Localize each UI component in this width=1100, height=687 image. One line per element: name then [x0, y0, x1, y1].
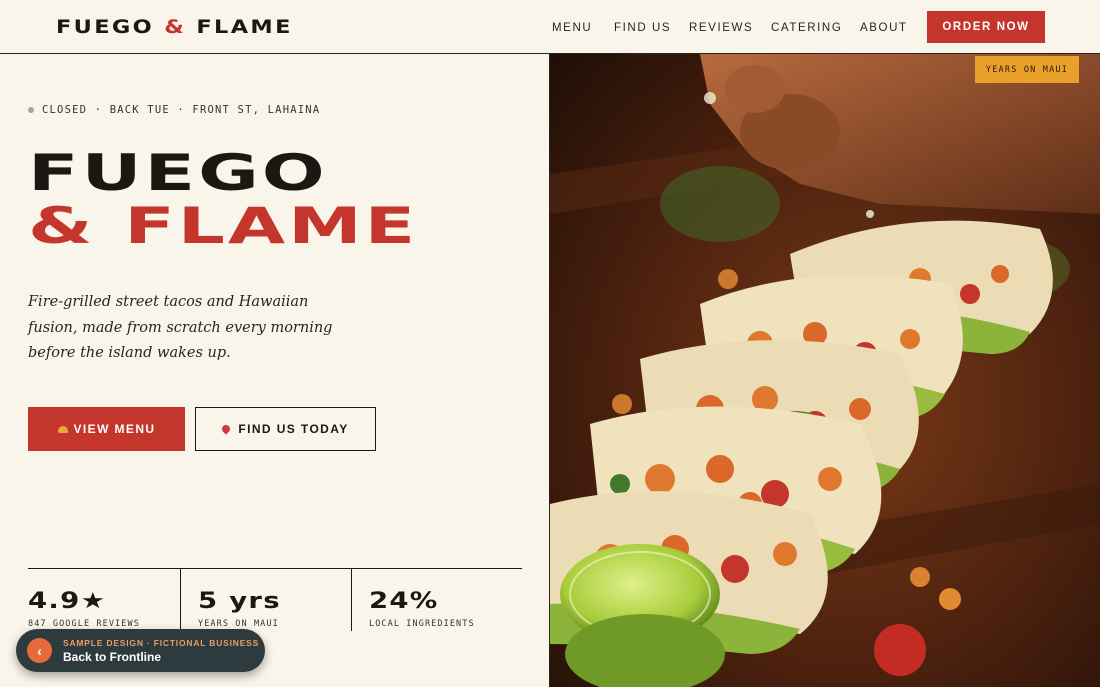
stat-rating: 4.9★ 847 GOOGLE REVIEWS [28, 569, 180, 631]
hero-title: FUEGO & FLAME [28, 147, 418, 253]
back-to-frontline-pill[interactable]: ‹ SAMPLE DESIGN · FICTIONAL BUSINESS Bac… [16, 629, 265, 672]
site-header: FUEGO & FLAME MENU FIND US REVIEWS CATER… [0, 0, 1100, 54]
hero-title-line2: & FLAME [28, 197, 419, 255]
find-us-today-button[interactable]: FIND US TODAY [195, 407, 376, 451]
chevron-left-icon[interactable]: ‹ [27, 638, 52, 663]
years-badge: YEARS ON MAUI [975, 56, 1079, 83]
brand-logo[interactable]: FUEGO & FLAME [56, 16, 293, 38]
stat-years-value: 5 yrs [198, 589, 281, 614]
status-line: CLOSED · BACK TUE · FRONT ST, LAHAINA [28, 104, 320, 116]
hero-tagline: Fire-grilled street tacos and Hawaiian f… [28, 294, 333, 361]
stat-local-label: LOCAL INGREDIENTS [369, 619, 475, 629]
hero-photo-tacos [549, 54, 1100, 687]
nav-item-catering[interactable]: CATERING [771, 22, 842, 34]
nav-item-reviews[interactable]: REVIEWS [689, 22, 753, 34]
stat-local: 24% LOCAL INGREDIENTS [352, 569, 522, 631]
view-menu-label: VIEW MENU [73, 422, 156, 436]
stat-years-label: YEARS ON MAUI [198, 619, 279, 629]
sample-design-notice: SAMPLE DESIGN · FICTIONAL BUSINESS [63, 638, 260, 648]
stat-years: 5 yrs YEARS ON MAUI [181, 569, 351, 631]
status-text: CLOSED · BACK TUE · FRONT ST, LAHAINA [42, 104, 321, 116]
nav-item-menu[interactable]: MENU [552, 22, 592, 34]
pin-icon [220, 423, 233, 435]
order-now-button[interactable]: ORDER NOW [927, 11, 1045, 43]
nav-item-about[interactable]: ABOUT [860, 22, 908, 34]
nav-item-find-us[interactable]: FIND US [614, 22, 671, 34]
taco-icon [57, 425, 68, 433]
hero-title-line1: FUEGO [28, 144, 328, 202]
find-us-today-label: FIND US TODAY [238, 422, 349, 436]
stat-rating-label: 847 GOOGLE REVIEWS [28, 619, 140, 629]
stat-local-value: 24% [369, 589, 439, 614]
back-to-frontline-link[interactable]: Back to Frontline [63, 650, 161, 664]
status-dot-icon [28, 107, 34, 113]
tacos-illustration [550, 54, 1100, 687]
view-menu-button[interactable]: VIEW MENU [28, 407, 185, 451]
stat-rating-value: 4.9★ [28, 589, 107, 614]
